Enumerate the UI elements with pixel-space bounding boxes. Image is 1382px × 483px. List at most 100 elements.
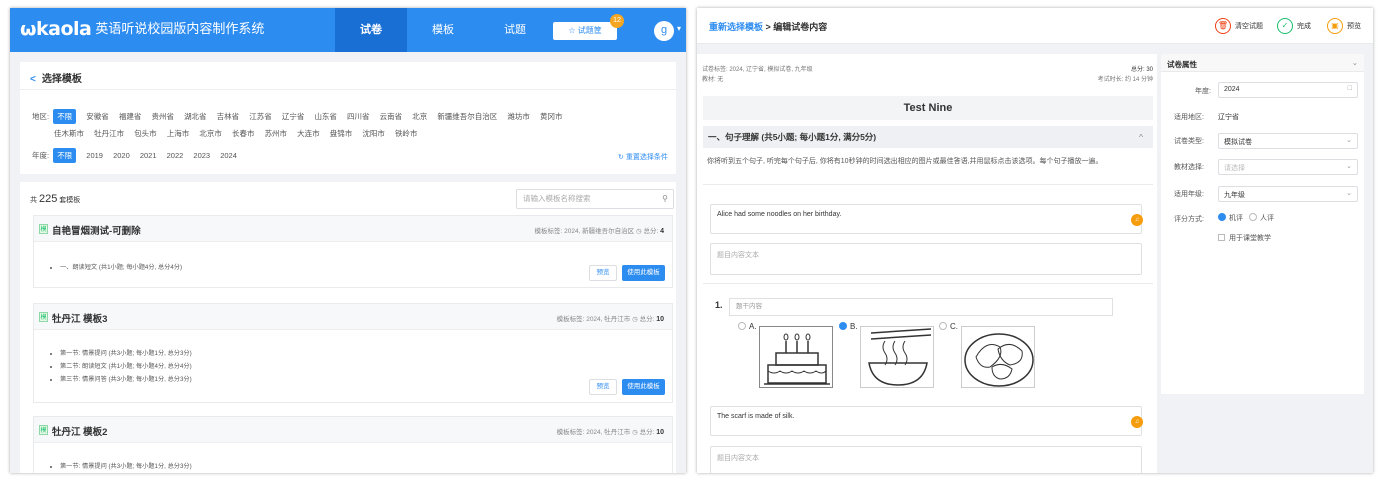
noodles-image[interactable] — [860, 326, 934, 388]
nav-tab-papers[interactable]: 试卷 — [335, 8, 407, 52]
edit-header: 重新选择模板 > 编辑试卷内容 🗑 清空试题 ✓ 完成 ▣ 预览 — [697, 8, 1373, 44]
textbook-label: 教材选择: — [1174, 164, 1204, 171]
region-option[interactable]: 潍坊市 — [507, 111, 530, 122]
year-option[interactable]: 2020 — [113, 151, 130, 160]
region-option[interactable]: 大连市 — [297, 128, 320, 139]
search-icon[interactable]: ⚲ — [662, 190, 668, 208]
region-option[interactable]: 黄冈市 — [540, 111, 563, 122]
region-option[interactable]: 江苏省 — [249, 111, 272, 122]
chevron-down-icon[interactable]: ⌄ — [1352, 58, 1358, 67]
region-label: 适用地区: — [1174, 114, 1204, 121]
region-option[interactable]: 福建省 — [119, 111, 142, 122]
use-template-button[interactable]: 使用此模板 — [622, 265, 665, 281]
back-chevron-icon[interactable]: < — [30, 74, 36, 85]
region-option[interactable]: 云南省 — [380, 111, 403, 122]
reset-filters-button[interactable]: ↻ 重置选择条件 — [618, 152, 668, 162]
properties-header[interactable]: 试卷属性 ⌄ — [1161, 54, 1364, 72]
question-audio-text[interactable]: Alice had some noodles on her birthday. — [710, 204, 1142, 234]
option-radio[interactable] — [738, 322, 746, 330]
use-template-button[interactable]: 使用此模板 — [622, 379, 665, 395]
option-radio-checked[interactable] — [839, 322, 847, 330]
region-option[interactable]: 不限 — [53, 109, 77, 124]
question-audio-text-2[interactable]: The scarf is made of silk. — [710, 406, 1142, 436]
region-option[interactable]: 盘锦市 — [330, 128, 353, 139]
region-option[interactable]: 安徽省 — [86, 111, 109, 122]
app-logo[interactable]: ωkaola 英语听说校园版内容制作系统 — [20, 18, 264, 40]
chevron-down-icon: ⌄ — [1346, 163, 1352, 170]
year-input[interactable]: 2024 □ — [1218, 82, 1358, 98]
template-count: 共 225 套模板 — [30, 193, 80, 205]
region-option[interactable]: 北京市 — [199, 128, 222, 139]
region-option[interactable]: 包头市 — [134, 128, 157, 139]
audio-icon[interactable]: ♫ — [1131, 416, 1143, 428]
region-option[interactable]: 山东省 — [314, 111, 337, 122]
option-radio[interactable] — [939, 322, 947, 330]
option-b[interactable]: B. — [839, 322, 858, 331]
grade-select[interactable]: 九年级 ⌄ — [1218, 186, 1358, 202]
dumplings-image[interactable] — [961, 326, 1035, 388]
textbook-placeholder: 请选择 — [1224, 165, 1245, 172]
content-text-field-2[interactable]: 题目内容文本 — [710, 446, 1142, 473]
calendar-icon[interactable]: □ — [1348, 85, 1352, 92]
region-option[interactable]: 贵州省 — [151, 111, 174, 122]
preview-button[interactable]: 预览 — [589, 265, 617, 281]
scoring-human-radio[interactable]: 人评 — [1249, 213, 1274, 223]
classroom-checkbox[interactable]: 用于课堂教学 — [1218, 233, 1271, 243]
chevron-up-icon[interactable]: ^ — [1139, 126, 1143, 148]
reselect-template-link[interactable]: 重新选择模板 — [709, 22, 763, 32]
region-option[interactable]: 四川省 — [347, 111, 370, 122]
preview-button[interactable]: 预览 — [589, 379, 617, 395]
paper-duration: 考试时长: 约 14 分钟 — [1097, 77, 1153, 83]
region-option[interactable]: 辽宁省 — [282, 111, 305, 122]
year-label: 年度: — [32, 151, 50, 160]
paper-title[interactable]: Test Nine — [703, 96, 1153, 120]
textbook-select[interactable]: 请选择 ⌄ — [1218, 159, 1358, 175]
divider — [703, 283, 1153, 284]
radio[interactable] — [1249, 213, 1257, 221]
region-option[interactable]: 佳木斯市 — [54, 128, 84, 139]
year-option[interactable]: 2022 — [167, 151, 184, 160]
template-header: 模 牡丹江 模板3 模板标签: 2024, 牡丹江市 ◷ 总分: 10 — [34, 304, 672, 330]
nav-tab-templates[interactable]: 模板 — [407, 8, 479, 52]
region-option[interactable]: 长春市 — [232, 128, 255, 139]
region-option[interactable]: 铁岭市 — [395, 128, 418, 139]
chevron-down-icon[interactable]: ▾ — [677, 24, 681, 33]
year-option[interactable]: 2023 — [193, 151, 210, 160]
content-text-field[interactable]: 题目内容文本 — [710, 243, 1142, 275]
clear-questions-button[interactable]: 🗑 清空试题 — [1215, 18, 1263, 34]
nav-tab-questions[interactable]: 试题 — [479, 8, 551, 52]
region-label: 地区: — [32, 112, 50, 121]
finish-button[interactable]: ✓ 完成 — [1277, 18, 1311, 34]
audio-icon[interactable]: ♫ — [1131, 214, 1143, 226]
question-stem-input[interactable]: 题干内容 — [729, 298, 1113, 316]
template-search-input[interactable]: 请输入模板名称搜索 ⚲ — [516, 189, 674, 209]
year-option[interactable]: 2019 — [86, 151, 103, 160]
option-a[interactable]: A. — [738, 322, 757, 331]
preview-icon: ▣ — [1327, 18, 1343, 34]
year-option[interactable]: 不限 — [53, 148, 77, 163]
region-option[interactable]: 吉林省 — [217, 111, 240, 122]
checkbox[interactable] — [1218, 234, 1225, 241]
year-option[interactable]: 2021 — [140, 151, 157, 160]
divider — [20, 89, 676, 90]
region-option[interactable]: 湖北省 — [184, 111, 207, 122]
paper-editor: 试卷标签: 2024, 辽宁省, 模拟试卷, 九年级 教材: 无 总分: 30 … — [697, 54, 1157, 473]
region-option[interactable]: 北京 — [412, 111, 427, 122]
radio-checked[interactable] — [1218, 213, 1226, 221]
region-option[interactable]: 沈阳市 — [362, 128, 385, 139]
region-option[interactable]: 新疆维吾尔自治区 — [437, 111, 497, 122]
user-avatar[interactable]: g — [654, 21, 674, 41]
cake-image[interactable] — [759, 326, 833, 388]
preview-paper-button[interactable]: ▣ 预览 — [1327, 18, 1361, 34]
region-option[interactable]: 牡丹江市 — [94, 128, 124, 139]
year-option[interactable]: 2024 — [220, 151, 237, 160]
question-basket-button[interactable]: ☆ 试题筐 — [553, 22, 617, 40]
type-select[interactable]: 模拟试卷 ⌄ — [1218, 133, 1358, 149]
region-option[interactable]: 苏州市 — [265, 128, 288, 139]
section-header[interactable]: 一、句子理解 (共5小题; 每小题1分, 满分5分) ^ — [703, 126, 1153, 148]
option-c[interactable]: C. — [939, 322, 958, 331]
region-option[interactable]: 上海市 — [167, 128, 190, 139]
count-suffix: 套模板 — [59, 197, 81, 204]
system-name: 英语听说校园版内容制作系统 — [95, 22, 265, 37]
scoring-machine-radio[interactable]: 机评 — [1218, 213, 1243, 223]
